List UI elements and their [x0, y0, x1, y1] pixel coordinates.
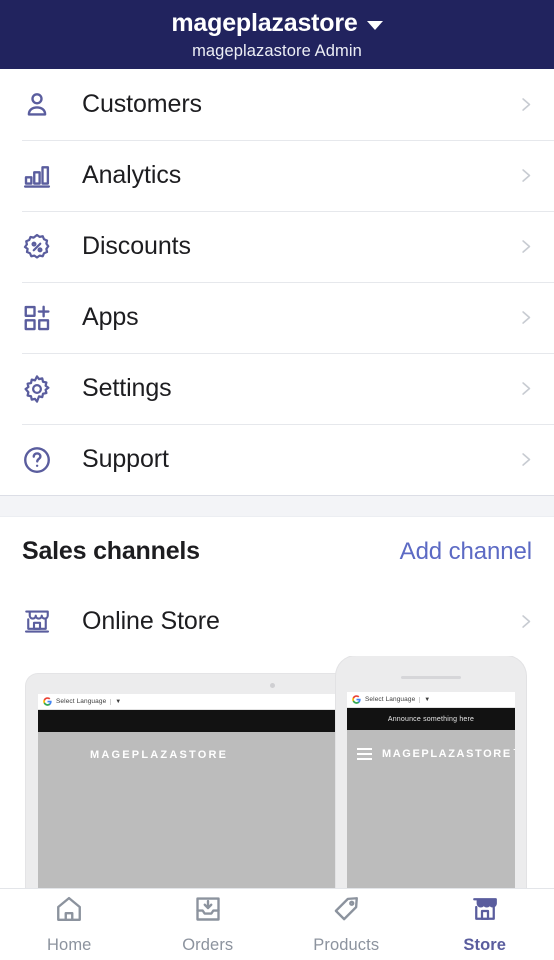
phone-announcement-text: Announce something here [387, 715, 475, 723]
phone-language-label: Select Language [365, 696, 416, 703]
phone-language-bar[interactable]: Select Language ▼ [347, 692, 515, 708]
main-menu-list: Customers Analytics Discounts Apps Setti… [0, 69, 554, 495]
page-title: mageplazastore [171, 8, 358, 37]
chevron-down-icon: ▼ [419, 696, 430, 703]
apps-grid-plus-icon [22, 303, 62, 333]
question-circle-icon [22, 445, 62, 475]
tab-products[interactable]: Products [277, 894, 416, 955]
sales-channel-online-store[interactable]: Online Store [0, 586, 554, 656]
menu-item-settings[interactable]: Settings [0, 353, 554, 424]
chevron-down-icon [366, 20, 383, 30]
tab-orders[interactable]: Orders [139, 894, 278, 955]
home-icon [54, 894, 84, 929]
menu-item-support[interactable]: Support [0, 424, 554, 495]
chevron-right-icon [514, 612, 536, 631]
gear-icon [22, 374, 62, 404]
phone-store-logo: MAGEPLAZASTORE [382, 748, 512, 760]
google-g-icon [352, 695, 361, 704]
phone-device-mockup: Select Language ▼ Announce something her… [336, 656, 526, 888]
tab-home[interactable]: Home [0, 894, 139, 955]
chevron-right-icon [514, 379, 536, 398]
store-subtitle: mageplazastore Admin [192, 41, 362, 60]
tab-label: Orders [182, 936, 234, 954]
tab-store[interactable]: Store [416, 894, 554, 955]
menu-item-analytics[interactable]: Analytics [0, 140, 554, 211]
scroll-content: Customers Analytics Discounts Apps Setti… [0, 69, 554, 888]
menu-item-apps[interactable]: Apps [0, 282, 554, 353]
discount-badge-percent-icon [22, 232, 62, 262]
google-g-icon [43, 697, 52, 706]
speaker-slot-icon [401, 676, 461, 679]
chevron-right-icon [514, 166, 536, 185]
chevron-right-icon [514, 95, 536, 114]
bottom-tab-bar: Home Orders Products Store [0, 888, 554, 960]
tab-label: Store [463, 936, 507, 954]
chevron-right-icon [514, 237, 536, 256]
app-screen: mageplazastore mageplazastore Admin Cust… [0, 0, 554, 960]
menu-item-label: Settings [82, 374, 172, 402]
phone-navbar: MAGEPLAZASTORE [347, 730, 515, 765]
bar-chart-icon [22, 161, 62, 191]
sales-channels-header: Sales channels Add channel [0, 517, 554, 586]
add-channel-button[interactable]: Add channel [400, 538, 532, 566]
sales-channels-title: Sales channels [22, 537, 200, 565]
store-switcher[interactable]: mageplazastore [171, 8, 383, 37]
menu-item-discounts[interactable]: Discounts [0, 211, 554, 282]
tag-icon [331, 894, 361, 929]
menu-item-label: Customers [82, 90, 202, 118]
storefront-icon [22, 606, 62, 636]
chevron-right-icon [514, 450, 536, 469]
chevron-down-icon: ▼ [110, 698, 121, 705]
storefront-icon [470, 894, 500, 929]
sales-channel-label: Online Store [82, 606, 220, 635]
store-header[interactable]: mageplazastore mageplazastore Admin [0, 0, 554, 69]
person-icon [22, 90, 62, 120]
menu-item-label: Apps [82, 303, 139, 331]
storefront-preview[interactable]: Select Language ▼ Announce something her… [0, 656, 554, 888]
camera-dot-icon [269, 683, 275, 688]
menu-item-customers[interactable]: Customers [0, 69, 554, 140]
phone-screen: Select Language ▼ Announce something her… [347, 692, 515, 888]
section-divider [0, 495, 554, 517]
orders-inbox-icon [193, 894, 223, 929]
menu-item-label: Analytics [82, 161, 182, 189]
menu-item-label: Support [82, 445, 169, 473]
tablet-language-label: Select Language [56, 698, 107, 705]
tab-label: Home [47, 936, 92, 954]
tab-label: Products [313, 936, 380, 954]
menu-item-label: Discounts [82, 232, 191, 260]
shopping-cart-icon [513, 747, 515, 765]
phone-announcement-bar: Announce something here [347, 708, 515, 730]
hamburger-menu-icon [357, 748, 372, 760]
chevron-right-icon [514, 308, 536, 327]
